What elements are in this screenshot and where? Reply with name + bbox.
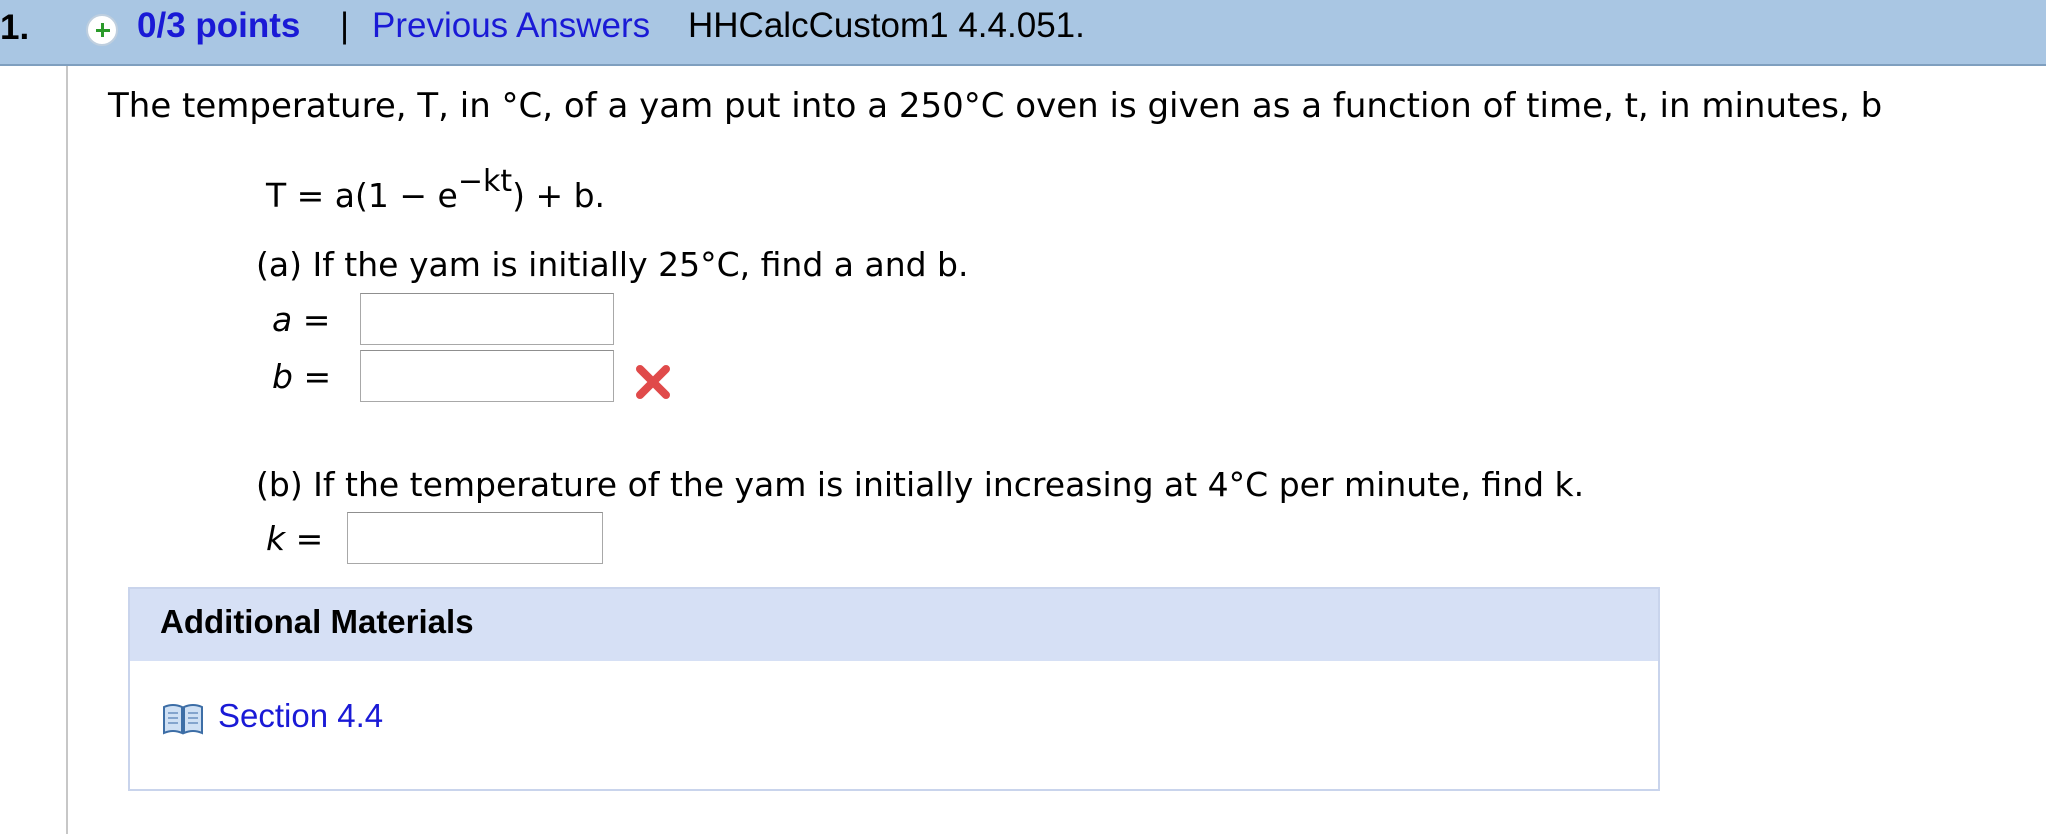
part-a-prompt: (a) If the yam is initially 25°C, find a… <box>256 245 969 284</box>
var-b: b <box>272 357 293 396</box>
materials-header: Additional Materials <box>130 589 1658 661</box>
question-number: 1. <box>0 8 30 47</box>
problem-statement: The temperature, T, in °C, of a yam put … <box>108 86 1883 126</box>
part-b-prompt: (b) If the temperature of the yam is ini… <box>256 465 1585 504</box>
equals-sign: = <box>302 300 331 339</box>
formula-rhs: ) + b. <box>512 176 606 215</box>
answer-b-input[interactable] <box>360 350 614 402</box>
label-a: a = <box>272 300 330 339</box>
equals-sign: = <box>303 357 332 396</box>
left-rule <box>66 66 68 834</box>
question-id: HHCalcCustom1 4.4.051. <box>688 6 1085 45</box>
header-separator: | <box>340 6 350 45</box>
formula-exponent: −kt <box>457 164 513 199</box>
section-link[interactable]: Section 4.4 <box>218 697 383 735</box>
additional-materials-panel: Additional Materials Section 4.4 <box>128 587 1660 791</box>
points-link[interactable]: 0/3 points <box>137 6 300 46</box>
temperature-formula: T = a(1 − e−kt) + b. <box>266 164 606 215</box>
answer-a-input[interactable] <box>360 293 614 345</box>
var-a: a <box>272 300 293 339</box>
label-k: k = <box>266 519 323 558</box>
materials-title: Additional Materials <box>160 603 474 640</box>
equals-sign: = <box>295 519 324 558</box>
expand-plus-icon[interactable] <box>86 14 118 46</box>
previous-answers-link[interactable]: Previous Answers <box>372 6 650 46</box>
var-k: k <box>266 519 286 558</box>
answer-k-input[interactable] <box>347 512 603 564</box>
label-b: b = <box>272 357 331 396</box>
formula-lhs: T = a(1 − e <box>266 176 458 215</box>
book-icon[interactable] <box>162 702 204 736</box>
question-header: 1. 0/3 points | Previous Answers HHCalcC… <box>0 0 2046 66</box>
incorrect-x-icon <box>636 365 670 399</box>
